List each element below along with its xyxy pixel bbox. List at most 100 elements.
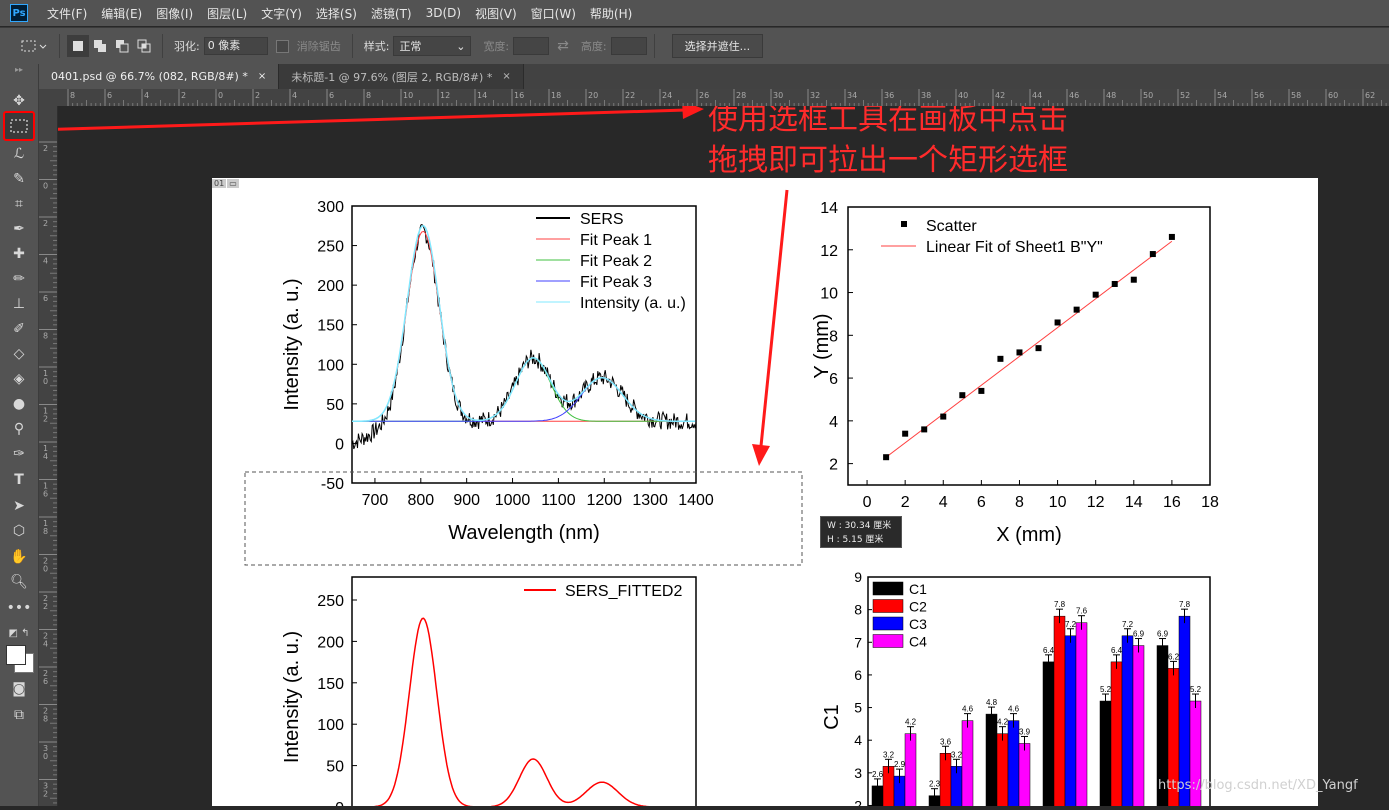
series-linear-fit: [885, 240, 1173, 458]
ruler-label: 32: [810, 91, 820, 100]
close-icon[interactable]: ×: [258, 71, 266, 82]
more-tools-icon[interactable]: •••: [7, 597, 32, 619]
antialias-checkbox[interactable]: [275, 39, 289, 53]
ruler-label: 6: [43, 677, 48, 686]
ruler-label: 2: [43, 602, 48, 611]
feather-input[interactable]: 0 像素: [203, 37, 268, 55]
style-select[interactable]: 正常 ⌄: [393, 36, 472, 56]
ruler-label: 42: [995, 91, 1005, 100]
bar: [1099, 700, 1112, 806]
foreground-color-swatch[interactable]: [6, 645, 26, 665]
color-swatches[interactable]: [5, 644, 34, 673]
ruler-label: 52: [1180, 91, 1190, 100]
y-tick-label: 6: [854, 667, 862, 683]
width-input[interactable]: [513, 37, 550, 55]
screen-mode-icon[interactable]: ⧉: [8, 704, 30, 726]
photoshop-logo[interactable]: Ps: [10, 4, 28, 22]
clone-stamp-tool-icon[interactable]: ⊥: [8, 293, 30, 315]
subtract-selection-button[interactable]: [111, 35, 133, 57]
menu-view[interactable]: 视图(V): [468, 5, 524, 22]
blur-tool-icon[interactable]: ●: [8, 393, 30, 415]
ruler-corner[interactable]: [39, 89, 58, 106]
horizontal-ruler[interactable]: 8 6 4 2 0 2 4 6 8 10 12 14 16 18 20 22 24 26 28 30 32 34 36 38 4…: [58, 89, 1389, 107]
collapse-icon[interactable]: ▸▸: [8, 64, 30, 74]
eyedropper-tool-icon[interactable]: ✒: [8, 218, 30, 240]
marquee-preset-picker[interactable]: [18, 35, 52, 57]
menu-3d[interactable]: 3D(D): [419, 6, 468, 20]
select-and-mask-button[interactable]: 选择并遮住...: [671, 34, 764, 58]
y-tick-label: 250: [317, 593, 344, 610]
brush-tool-icon[interactable]: ✏: [8, 268, 30, 290]
tab-0401[interactable]: 0401.psd @ 66.7% (082, RGB/8#) * ×: [39, 64, 280, 89]
legend-label: SERS: [580, 211, 624, 228]
y-tick-label: 5: [854, 700, 862, 716]
x-tick-label: 1100: [541, 492, 576, 509]
legend-label: C4: [909, 634, 927, 650]
arrow-to-tool: [58, 108, 687, 131]
bar: [1042, 661, 1055, 806]
watermark: https://blog.csdn.net/XD_Yangf: [1158, 778, 1358, 793]
ruler-label: 30: [773, 91, 783, 100]
marquee-icon: [21, 40, 47, 52]
canvas-area[interactable]: 01 ▭ 700 800 900 1000 1100 1200 1300 1400 -50 0 50 1…: [58, 106, 1389, 806]
legend-label: SERS_FITTED2: [565, 583, 682, 600]
menu-type[interactable]: 文字(Y): [254, 5, 309, 22]
hand-tool-icon[interactable]: ✋: [8, 546, 30, 568]
ruler-label: 20: [588, 91, 598, 100]
ruler-label: 6: [107, 91, 112, 100]
zoom-tool-icon[interactable]: 🔍︎: [8, 571, 30, 593]
ruler-label: 4: [43, 640, 48, 649]
ruler-label: 8: [43, 332, 48, 341]
menu-window[interactable]: 窗口(W): [524, 5, 583, 22]
menu-filter[interactable]: 滤镜(T): [364, 5, 419, 22]
close-icon[interactable]: ×: [502, 71, 510, 82]
intersect-selection-button[interactable]: [133, 35, 155, 57]
ruler-label: 16: [514, 91, 524, 100]
lasso-tool-icon[interactable]: ℒ: [8, 143, 30, 165]
legend-label: Intensity (a. u.): [580, 295, 686, 312]
ruler-label: 4: [292, 91, 297, 100]
document-tabs: 0401.psd @ 66.7% (082, RGB/8#) * × 未标题-1 …: [39, 64, 1389, 89]
vertical-ruler[interactable]: 202468101214161820222426283032: [39, 106, 58, 809]
scatter-point: [978, 387, 985, 394]
ruler-label: 2: [255, 91, 260, 100]
subtract-selection-icon: [116, 40, 129, 53]
pen-tool-icon[interactable]: ✑: [8, 443, 30, 465]
ruler-label: 8: [366, 91, 371, 100]
bar: [1121, 635, 1134, 806]
menu-layer[interactable]: 图层(L): [200, 5, 254, 22]
new-selection-button[interactable]: [67, 35, 89, 57]
ruler-label: 48: [1106, 91, 1116, 100]
arrow-to-selection: [759, 189, 789, 447]
y-tick-label: 3: [854, 765, 862, 781]
move-tool-icon[interactable]: ✥: [8, 90, 30, 112]
scatter-point: [1073, 306, 1080, 313]
healing-brush-tool-icon[interactable]: ✚: [8, 243, 30, 265]
shape-tool-icon[interactable]: ⬡: [8, 520, 30, 542]
menu-file[interactable]: 文件(F): [40, 5, 94, 22]
quick-mask-icon[interactable]: ◙: [8, 678, 30, 700]
quick-selection-tool-icon[interactable]: ✎: [8, 168, 30, 190]
menu-help[interactable]: 帮助(H): [583, 5, 639, 22]
intersect-selection-icon: [137, 39, 151, 53]
path-selection-tool-icon[interactable]: ➤: [8, 495, 30, 517]
eraser-tool-icon[interactable]: ◇: [8, 343, 30, 365]
height-input[interactable]: [610, 37, 647, 55]
paint-bucket-tool-icon[interactable]: ◈: [8, 368, 30, 390]
charts-layer: 700 800 900 1000 1100 1200 1300 1400-5005010015…: [58, 106, 1219, 806]
tab-untitled-1[interactable]: 未标题-1 @ 97.6% (图层 2, RGB/8#) * ×: [279, 64, 524, 89]
menu-select[interactable]: 选择(S): [309, 5, 364, 22]
rectangular-marquee-tool-icon[interactable]: [3, 111, 35, 141]
type-tool-icon[interactable]: T: [8, 469, 30, 491]
crop-tool-icon[interactable]: ⌗: [8, 193, 30, 215]
dodge-tool-icon[interactable]: ⚲: [8, 418, 30, 440]
menu-image[interactable]: 图像(I): [149, 5, 200, 22]
add-selection-button[interactable]: [89, 35, 111, 57]
legend-label: C1: [909, 581, 927, 597]
history-brush-tool-icon[interactable]: ✐: [8, 318, 30, 340]
swap-icon[interactable]: ⇄: [557, 38, 569, 54]
swap-colors-icon[interactable]: ◩ ↰: [8, 622, 30, 644]
bar: [1075, 622, 1088, 806]
x-tick-label: 700: [362, 492, 389, 509]
menu-edit[interactable]: 编辑(E): [94, 5, 149, 22]
